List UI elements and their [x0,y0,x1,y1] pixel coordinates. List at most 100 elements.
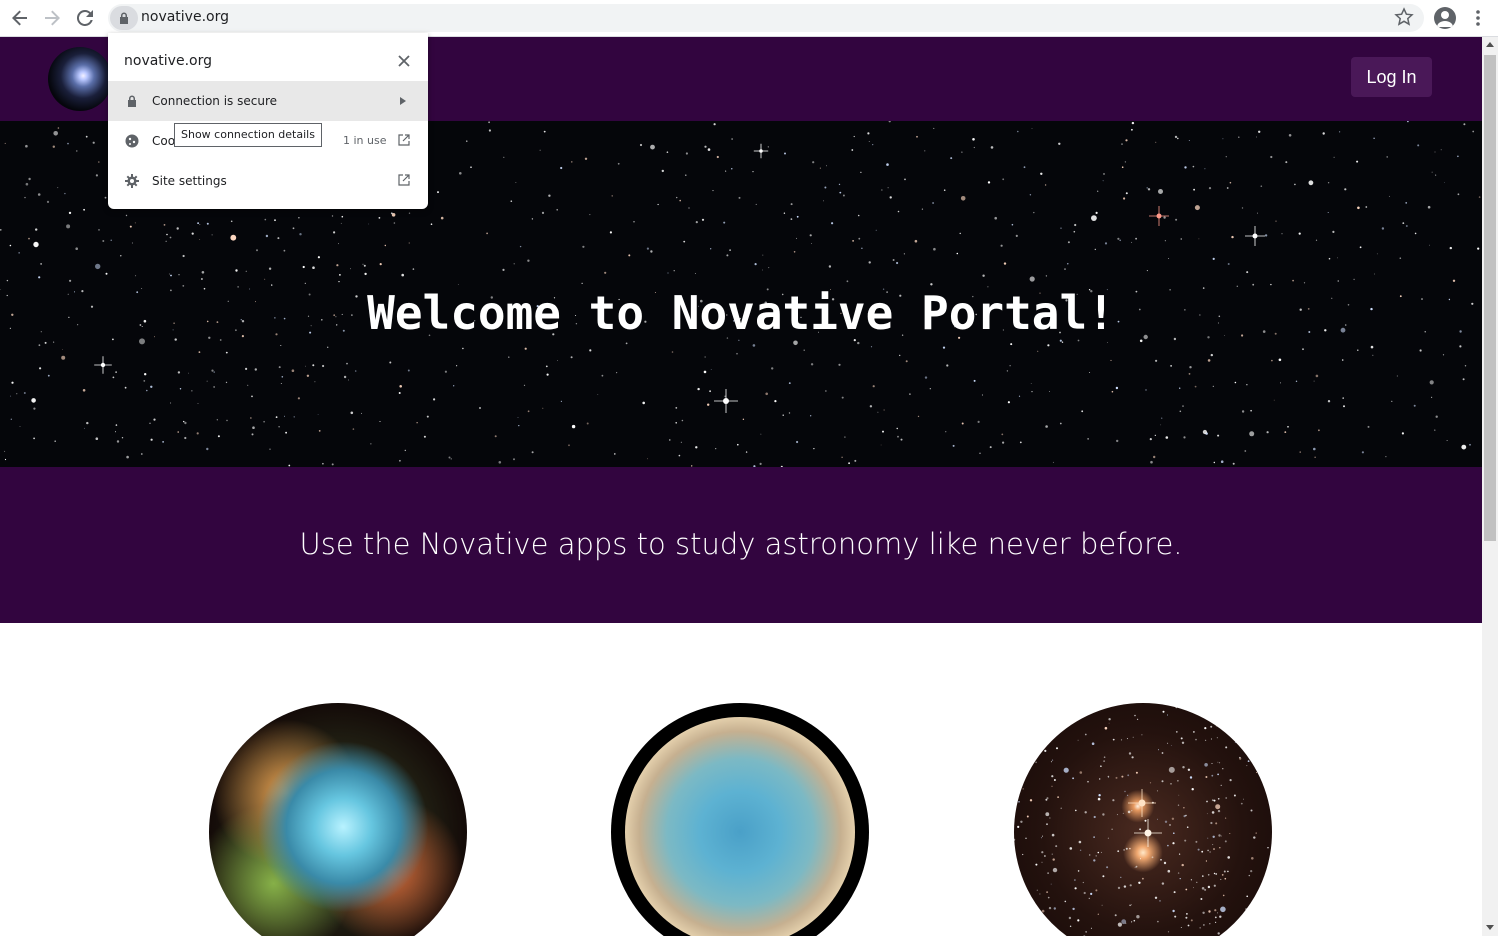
star-dot [1248,874,1250,877]
star-dot [1373,137,1375,139]
star-dot [1231,235,1234,239]
star-dot [1095,211,1098,214]
star-dot [519,245,522,248]
star-dot [354,370,357,372]
star-dot [1112,738,1115,741]
scroll-thumb[interactable] [1484,55,1496,541]
star-dot [95,174,98,177]
star-dot [765,392,768,396]
star-dot [1121,775,1124,778]
star-dot [149,422,151,424]
star-dot [1194,205,1200,211]
star-dot [1046,891,1048,893]
star-dot [1116,814,1118,816]
star-dot [539,149,541,151]
forward-button[interactable] [40,6,64,30]
url-text[interactable]: novative.org [141,9,229,25]
star-dot [1119,703,1122,705]
star-dot [1053,907,1056,910]
star-dot [548,194,551,197]
address-bar[interactable] [108,4,1424,32]
star-dot [695,446,698,449]
star-dot [1138,881,1141,884]
site-info-button[interactable] [110,6,138,30]
crab-nebula-image[interactable] [209,703,467,936]
star-dot [83,208,85,211]
reload-button[interactable] [73,6,97,30]
star-dot [293,416,295,418]
star-dot [1253,836,1256,839]
star-dot [1046,706,1049,710]
star-dot [1419,349,1422,352]
star-dot [1370,345,1374,349]
star-dot [1234,381,1237,384]
star-dot [1172,909,1175,913]
star-dot [188,372,190,374]
star-dot [1250,809,1253,812]
browser-menu-button[interactable] [1470,8,1486,33]
star-dot [1193,188,1195,191]
star-dot [1129,884,1132,887]
scroll-up-arrow[interactable] [1486,42,1494,47]
star-dot [1224,877,1227,880]
star-dot [921,208,924,210]
star-dot [1220,878,1222,880]
star-dot [647,458,648,460]
planet-image[interactable] [611,703,869,936]
star-dot [1332,230,1335,233]
star-dot [1214,916,1217,919]
star-dot [788,382,791,384]
star-dot [611,195,613,197]
popup-domain: novative.org [124,53,212,69]
star-dot [1270,930,1272,931]
star-dot [1256,136,1257,138]
star-dot [1209,923,1211,925]
star-dot [1238,136,1240,138]
star-dot [457,284,459,285]
connection-secure-row[interactable]: Connection is secure [108,81,428,121]
scroll-down-arrow[interactable] [1486,925,1494,930]
star-dot [666,151,669,153]
star-dot [1478,196,1481,198]
star-dot [216,419,218,421]
login-button[interactable]: Log In [1351,57,1432,97]
profile-button[interactable] [1434,7,1456,29]
star-dot [201,271,205,274]
star-dot [1093,836,1095,838]
star-dot [1214,909,1217,912]
popup-close-button[interactable] [396,53,412,69]
star-dot [54,440,56,443]
star-dot [1181,863,1184,867]
star-dot [959,232,961,235]
star-dot [1002,178,1005,181]
star-dot [1225,817,1227,819]
star-dot [1119,239,1121,242]
star-dot [1077,870,1080,872]
site-settings-row[interactable]: Site settings [108,161,428,201]
star-dot [1051,833,1055,837]
star-dot [1003,262,1007,265]
star-dot [1435,415,1438,418]
star-dot [793,340,798,346]
star-dot [994,216,997,220]
star-dot [842,194,845,197]
star-dot [671,351,674,353]
star-dot [1164,820,1168,823]
star-dot [1155,141,1157,143]
star-dot [86,421,89,425]
star-dot [1202,429,1207,435]
star-dot [28,177,31,181]
star-cluster-image[interactable] [1014,703,1272,936]
star-dot [810,363,814,366]
star-dot [543,130,546,133]
star-dot [646,247,650,250]
star-dot [199,239,201,240]
site-logo[interactable] [48,47,112,111]
star-dot [1391,400,1393,402]
star-dot [1045,275,1048,277]
page-scrollbar[interactable] [1482,37,1498,936]
bookmark-button[interactable] [1394,7,1414,32]
star-dot [124,386,127,389]
star-dot [1220,835,1222,837]
back-button[interactable] [8,6,32,30]
